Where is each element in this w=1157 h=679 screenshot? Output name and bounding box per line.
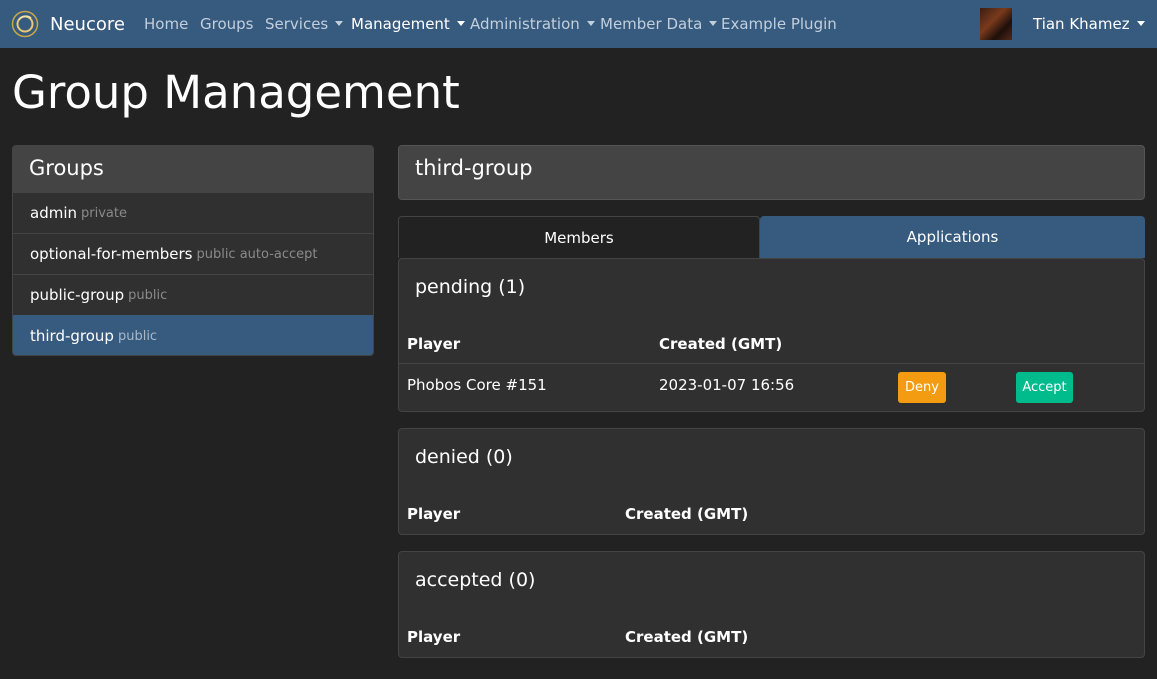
group-name: optional-for-members <box>30 245 193 263</box>
group-item-admin[interactable]: admin private <box>13 192 373 233</box>
user-name: Tian Khamez <box>1033 15 1130 33</box>
group-visibility: private <box>81 205 127 221</box>
nav-administration[interactable]: Administration <box>470 15 595 33</box>
group-name: admin <box>30 204 77 222</box>
denied-section: denied (0) Player Created (GMT) <box>398 428 1145 535</box>
user-avatar[interactable] <box>980 8 1012 40</box>
nav-member-data[interactable]: Member Data <box>600 15 718 33</box>
group-tabs: Members Applications <box>398 216 1145 258</box>
top-navbar: Neucore Home Groups Services Management … <box>0 0 1157 48</box>
user-menu[interactable]: Tian Khamez <box>1033 15 1145 33</box>
group-item-optional-for-members[interactable]: optional-for-members public auto-accept <box>13 233 373 274</box>
group-name: third-group <box>30 327 114 345</box>
pending-section: pending (1) Player Created (GMT) Phobos … <box>398 258 1145 412</box>
col-player-header: Player <box>407 628 461 646</box>
tab-applications[interactable]: Applications <box>760 216 1145 258</box>
chevron-down-icon <box>1136 21 1145 26</box>
nav-member-data-label: Member Data <box>600 15 703 33</box>
denied-title: denied (0) <box>415 446 513 468</box>
chevron-down-icon <box>709 21 718 26</box>
chevron-down-icon <box>456 21 465 26</box>
tab-members[interactable]: Members <box>398 216 760 258</box>
group-visibility: public <box>117 328 158 344</box>
application-player: Phobos Core #151 <box>407 376 547 394</box>
selected-group-title: third-group <box>398 145 1145 200</box>
page-title: Group Management <box>12 66 460 119</box>
brand-link[interactable]: Neucore <box>11 10 125 38</box>
accepted-title: accepted (0) <box>415 569 536 591</box>
col-player-header: Player <box>407 335 461 353</box>
group-visibility: public <box>128 287 168 303</box>
accept-button[interactable]: Accept <box>1016 372 1073 403</box>
nav-groups[interactable]: Groups <box>200 15 253 33</box>
pending-title: pending (1) <box>415 276 526 298</box>
accepted-section: accepted (0) Player Created (GMT) <box>398 551 1145 658</box>
nav-administration-label: Administration <box>470 15 580 33</box>
group-visibility: public auto-accept <box>196 246 318 262</box>
group-name: public-group <box>30 286 125 304</box>
neucore-logo-icon <box>11 10 39 38</box>
nav-services[interactable]: Services <box>265 15 344 33</box>
col-created-header: Created (GMT) <box>659 335 783 353</box>
deny-button[interactable]: Deny <box>898 372 946 403</box>
nav-example-plugin[interactable]: Example Plugin <box>721 15 837 33</box>
brand-name: Neucore <box>50 13 125 35</box>
group-item-public-group[interactable]: public-group public <box>13 274 373 315</box>
col-created-header: Created (GMT) <box>625 505 749 523</box>
group-item-third-group[interactable]: third-group public <box>13 315 373 355</box>
nav-management[interactable]: Management <box>351 15 465 33</box>
groups-card: Groups admin private optional-for-member… <box>12 145 374 356</box>
application-created: 2023-01-07 16:56 <box>659 376 795 394</box>
row-divider <box>399 363 1144 364</box>
nav-management-label: Management <box>351 15 450 33</box>
groups-heading: Groups <box>13 146 373 192</box>
chevron-down-icon <box>335 21 344 26</box>
nav-services-label: Services <box>265 15 329 33</box>
chevron-down-icon <box>586 21 595 26</box>
col-created-header: Created (GMT) <box>625 628 749 646</box>
nav-home[interactable]: Home <box>144 15 188 33</box>
col-player-header: Player <box>407 505 461 523</box>
